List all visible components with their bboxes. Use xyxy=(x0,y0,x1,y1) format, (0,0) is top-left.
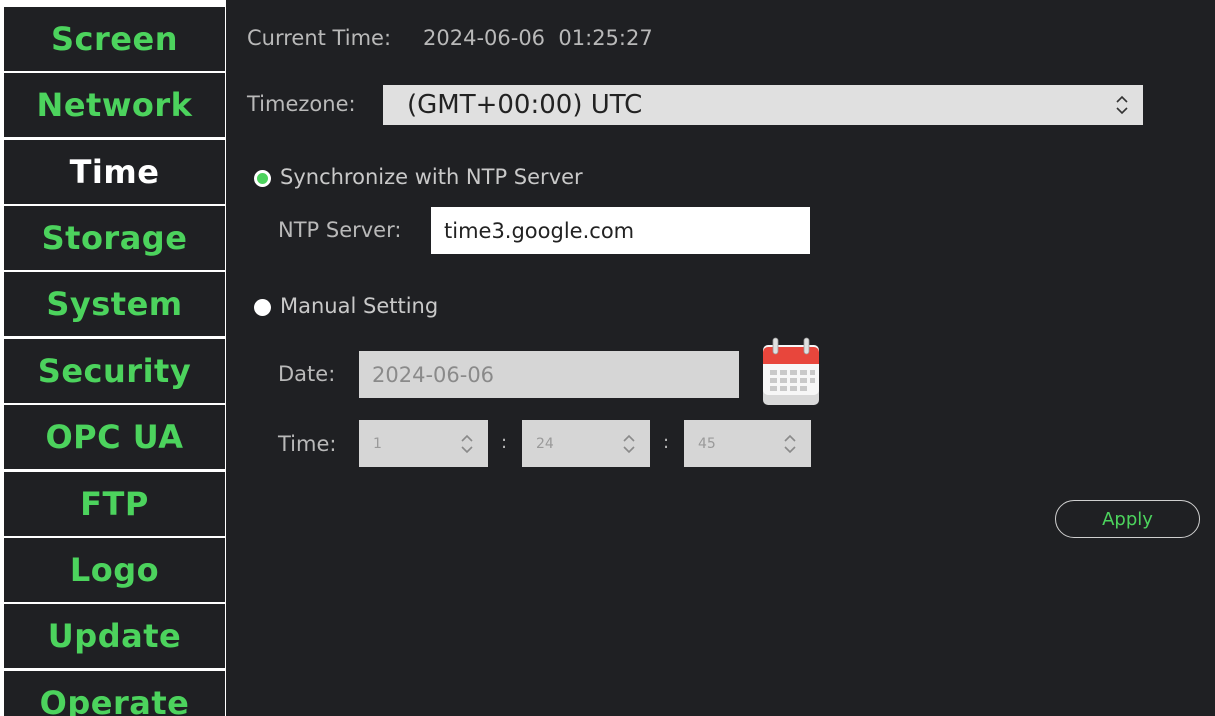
nav-ftp[interactable]: FTP xyxy=(4,472,225,536)
hour-value: 1 xyxy=(373,435,382,452)
hour-stepper[interactable]: 1 xyxy=(359,420,488,467)
nav-operate[interactable]: Operate xyxy=(4,671,225,716)
time-separator: : xyxy=(501,432,508,453)
chevron-up-down-icon[interactable] xyxy=(460,432,474,456)
nav-update[interactable]: Update xyxy=(4,604,225,668)
nav-system[interactable]: System xyxy=(4,272,225,336)
timezone-select[interactable]: (GMT+00:00) UTC xyxy=(383,85,1143,125)
minute-stepper[interactable]: 24 xyxy=(522,420,650,467)
chevron-up-down-icon[interactable] xyxy=(783,432,797,456)
nav-time[interactable]: Time xyxy=(4,140,225,204)
timezone-value: (GMT+00:00) UTC xyxy=(407,90,643,120)
second-stepper[interactable]: 45 xyxy=(684,420,811,467)
nav-opc-ua[interactable]: OPC UA xyxy=(4,405,225,469)
time-label: Time: xyxy=(278,432,337,456)
ntp-radio-button[interactable] xyxy=(254,170,271,187)
date-label: Date: xyxy=(278,362,336,386)
apply-button[interactable]: Apply xyxy=(1055,500,1200,538)
ntp-server-input[interactable]: time3.google.com xyxy=(431,207,810,254)
nav-screen[interactable]: Screen xyxy=(4,7,225,71)
manual-radio-button[interactable] xyxy=(254,299,271,316)
calendar-icon[interactable] xyxy=(761,337,821,407)
second-value: 45 xyxy=(698,435,716,452)
date-input[interactable]: 2024-06-06 xyxy=(359,351,739,398)
time-settings-panel: Current Time: 2024-06-06 01:25:27 Timezo… xyxy=(226,0,1215,716)
current-time-value: 2024-06-06 01:25:27 xyxy=(423,26,653,50)
current-time-label: Current Time: xyxy=(247,26,392,50)
chevron-up-down-icon xyxy=(1116,95,1128,115)
time-separator: : xyxy=(663,432,670,453)
nav-network[interactable]: Network xyxy=(4,73,225,137)
nav-security[interactable]: Security xyxy=(4,339,225,403)
chevron-up-down-icon[interactable] xyxy=(622,432,636,456)
ntp-server-label: NTP Server: xyxy=(278,218,402,242)
manual-radio-label[interactable]: Manual Setting xyxy=(280,294,438,318)
ntp-radio-label[interactable]: Synchronize with NTP Server xyxy=(280,165,583,189)
minute-value: 24 xyxy=(536,435,554,452)
timezone-label: Timezone: xyxy=(247,92,356,116)
nav-storage[interactable]: Storage xyxy=(4,206,225,270)
settings-sidebar: Screen Network Time Storage System Secur… xyxy=(0,0,226,716)
nav-logo[interactable]: Logo xyxy=(4,538,225,602)
